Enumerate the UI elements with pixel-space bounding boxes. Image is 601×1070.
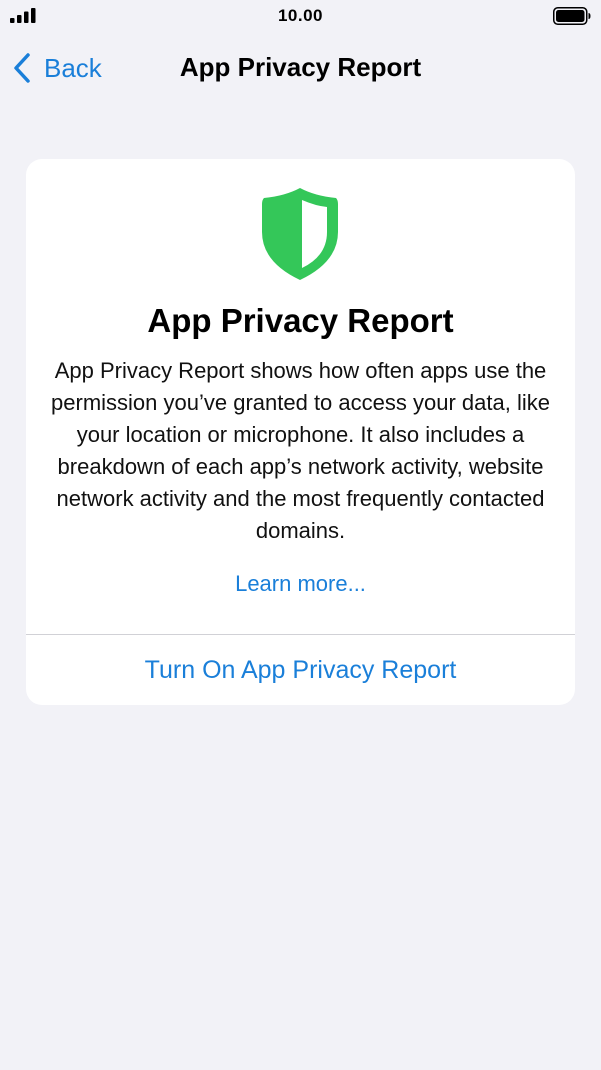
- card-title: App Privacy Report: [147, 302, 454, 339]
- status-bar: 10.00: [0, 0, 601, 34]
- status-time: 10.00: [277, 6, 324, 25]
- navigation-bar: Back App Privacy Report: [0, 40, 601, 96]
- privacy-report-card: App Privacy Report App Privacy Report sh…: [26, 159, 575, 705]
- card-description: App Privacy Report shows how often apps …: [51, 358, 550, 543]
- battery-full-icon: [553, 7, 591, 25]
- page-title: App Privacy Report: [179, 52, 422, 82]
- shield-icon: [262, 188, 338, 280]
- learn-more-link[interactable]: Learn more...: [26, 571, 575, 597]
- turn-on-app-privacy-report-button[interactable]: Turn On App Privacy Report: [26, 635, 575, 705]
